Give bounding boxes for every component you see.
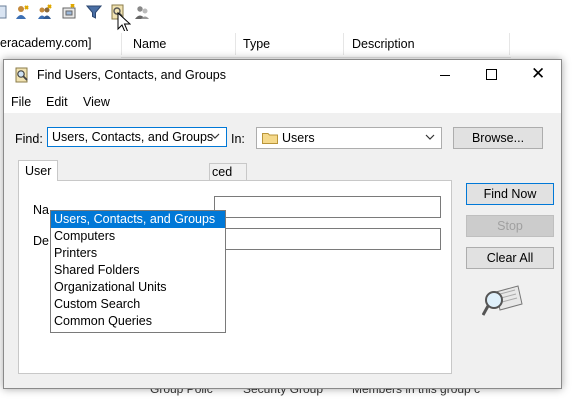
description-field[interactable] bbox=[214, 228, 441, 250]
option-common-queries[interactable]: Common Queries bbox=[51, 313, 225, 330]
option-label: Custom Search bbox=[54, 297, 141, 311]
option-printers[interactable]: Printers bbox=[51, 245, 225, 262]
close-icon: ✕ bbox=[531, 64, 546, 84]
add-ou-icon[interactable] bbox=[61, 4, 77, 20]
option-organizational-units[interactable]: Organizational Units bbox=[51, 279, 225, 296]
column-type[interactable]: Type bbox=[243, 37, 270, 51]
option-label: Users, Contacts, and Groups bbox=[54, 212, 216, 226]
option-shared-folders[interactable]: Shared Folders bbox=[51, 262, 225, 279]
search-magnifier-icon bbox=[482, 285, 523, 316]
find-type-dropdown: Users, Contacts, and Groups Computers Pr… bbox=[50, 210, 226, 333]
partial-toolbar-icon[interactable] bbox=[0, 4, 10, 20]
filter-icon[interactable] bbox=[86, 4, 102, 20]
menu-file[interactable]: File bbox=[11, 95, 31, 109]
folder-icon bbox=[262, 133, 278, 144]
maximize-button[interactable] bbox=[468, 60, 514, 90]
column-name[interactable]: Name bbox=[133, 37, 166, 51]
find-users-icon bbox=[15, 67, 28, 83]
tab-advanced[interactable]: ced bbox=[209, 163, 247, 181]
console-list-header: Name Type Description bbox=[121, 31, 511, 58]
name-label: Na bbox=[33, 203, 49, 217]
add-user-icon[interactable] bbox=[14, 4, 30, 20]
minimize-button[interactable] bbox=[422, 60, 468, 90]
option-custom-search[interactable]: Custom Search bbox=[51, 296, 225, 313]
console-tree: eracademy.com] bbox=[0, 31, 122, 57]
tab-users[interactable]: User bbox=[18, 160, 58, 181]
option-computers[interactable]: Computers bbox=[51, 228, 225, 245]
console-toolbar bbox=[0, 0, 572, 26]
option-users-contacts-groups[interactable]: Users, Contacts, and Groups bbox=[51, 211, 225, 228]
chevron-down-icon bbox=[425, 134, 435, 140]
clear-all-button[interactable]: Clear All bbox=[466, 247, 554, 269]
title-bar[interactable]: Find Users, Contacts, and Groups ✕ bbox=[4, 60, 561, 91]
tab-advanced-label: ced bbox=[212, 165, 233, 179]
find-type-value: Users, Contacts, and Groups bbox=[52, 130, 214, 144]
in-label: In: bbox=[231, 132, 245, 146]
in-location-value: Users bbox=[282, 131, 315, 145]
name-field[interactable] bbox=[214, 196, 441, 218]
tab-users-label: User bbox=[25, 164, 52, 178]
chevron-down-icon bbox=[210, 133, 220, 139]
stop-button[interactable]: Stop bbox=[466, 215, 554, 237]
delegate-icon[interactable] bbox=[134, 4, 150, 20]
option-label: Printers bbox=[54, 246, 98, 260]
column-separator bbox=[235, 33, 236, 55]
menu-edit[interactable]: Edit bbox=[46, 95, 68, 109]
column-separator bbox=[343, 33, 344, 55]
row-type[interactable]: Security Group bbox=[243, 388, 323, 396]
minimize-icon bbox=[440, 75, 450, 76]
row-name[interactable]: Group Polic bbox=[150, 388, 213, 396]
column-separator bbox=[509, 33, 510, 55]
console-right-edge bbox=[561, 58, 572, 388]
column-description[interactable]: Description bbox=[352, 37, 415, 51]
find-type-combobox[interactable]: Users, Contacts, and Groups bbox=[47, 127, 227, 147]
option-label: Organizational Units bbox=[54, 280, 167, 294]
in-location-combobox[interactable]: Users bbox=[256, 127, 442, 149]
menu-view[interactable]: View bbox=[83, 95, 110, 109]
maximize-icon bbox=[486, 69, 497, 80]
menu-bar: File Edit View bbox=[4, 91, 561, 113]
console-bottom-row: Group Polic Security Group Members in th… bbox=[0, 388, 572, 402]
close-button[interactable]: ✕ bbox=[514, 60, 560, 90]
add-group-icon[interactable] bbox=[37, 4, 53, 20]
option-label: Common Queries bbox=[54, 314, 152, 328]
row-description[interactable]: Members in this group c bbox=[352, 388, 480, 396]
option-label: Computers bbox=[54, 229, 116, 243]
find-now-button[interactable]: Find Now bbox=[466, 183, 554, 205]
find-dialog: Find Users, Contacts, and Groups ✕ File … bbox=[3, 59, 562, 389]
find-label: Find: bbox=[15, 132, 43, 146]
option-label: Shared Folders bbox=[54, 263, 140, 277]
tree-item-domain[interactable]: eracademy.com] bbox=[0, 36, 91, 50]
dialog-title: Find Users, Contacts, and Groups bbox=[37, 68, 226, 82]
browse-button[interactable]: Browse... bbox=[453, 127, 543, 149]
column-separator bbox=[121, 33, 122, 55]
description-label: De bbox=[33, 234, 49, 248]
